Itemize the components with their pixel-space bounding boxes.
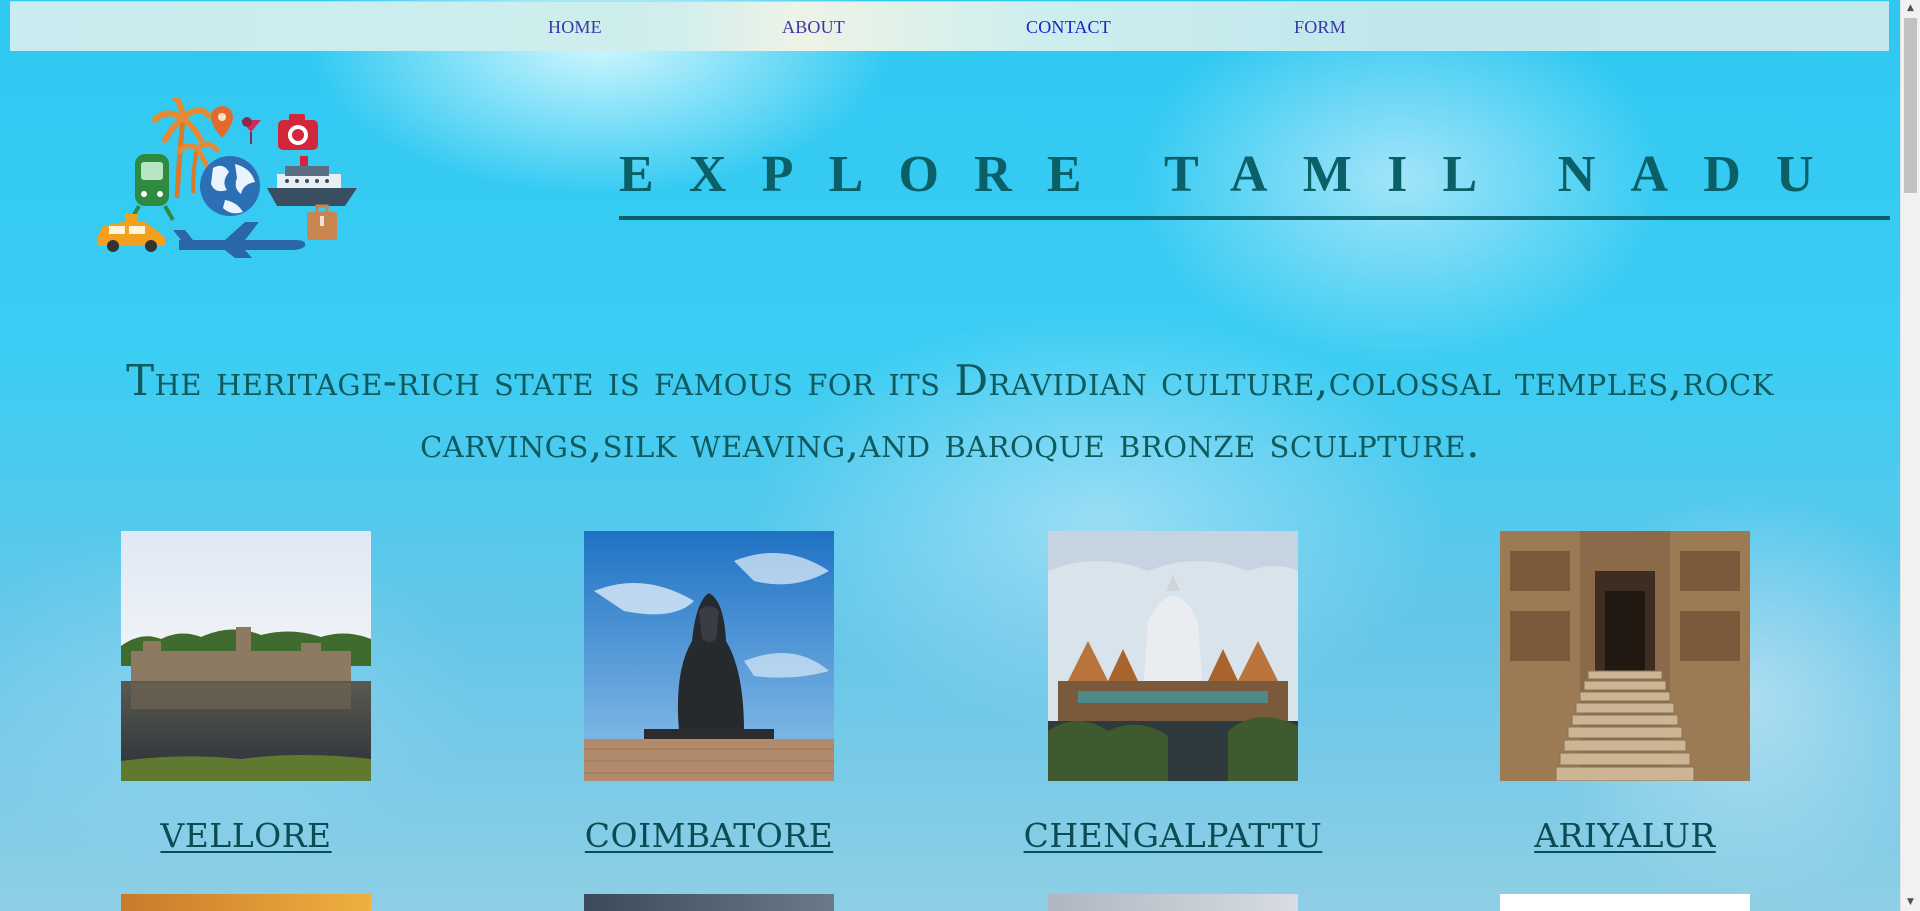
chengalpattu-photo[interactable]	[1048, 531, 1298, 781]
nav-home-link[interactable]: HOME	[548, 17, 602, 38]
train-icon	[129, 154, 175, 221]
place-name-coimbatore[interactable]: COIMBATORE	[509, 816, 909, 855]
top-navbar: HOME ABOUT CONTACT FORM	[10, 1, 1889, 51]
nav-contact-link[interactable]: CONTACT	[1026, 17, 1111, 38]
page-scrollbar[interactable]: ▲ ▼	[1900, 0, 1920, 911]
row2-photo-4[interactable]	[1500, 894, 1750, 911]
scroll-thumb[interactable]	[1904, 18, 1917, 193]
travel-logo	[95, 95, 365, 266]
ariyalur-photo[interactable]	[1500, 531, 1750, 781]
scroll-down-arrow-icon[interactable]: ▼	[1901, 894, 1920, 911]
nav-about-link[interactable]: ABOUT	[782, 17, 845, 38]
travel-collage-icon	[97, 95, 357, 266]
nav-form-link[interactable]: FORM	[1294, 17, 1346, 38]
coimbatore-photo[interactable]	[584, 531, 834, 781]
place-name-chengalpattu[interactable]: CHENGALPATTU	[973, 816, 1373, 855]
map-pin-icon	[211, 106, 233, 138]
temple-stairway-image	[1500, 531, 1750, 781]
intro-text: The heritage-rich state is famous for it…	[126, 356, 1774, 467]
scroll-up-arrow-icon[interactable]: ▲	[1901, 0, 1920, 17]
row2-photo-2[interactable]	[584, 894, 834, 911]
taxi-icon	[97, 214, 165, 252]
airplane-icon	[173, 222, 306, 266]
temple-image	[1048, 531, 1298, 781]
adiyogi-statue-image	[584, 531, 834, 781]
vellore-photo[interactable]	[121, 531, 371, 781]
title-underline	[619, 216, 1890, 220]
fort-reflection-image	[121, 531, 371, 781]
suitcase-icon	[307, 204, 337, 240]
cocktail-icon	[241, 117, 261, 144]
place-name-vellore[interactable]: VELLORE	[46, 816, 446, 855]
place-name-ariyalur[interactable]: ARIYALUR	[1425, 816, 1825, 855]
camera-icon	[278, 114, 318, 150]
row2-photo-3[interactable]	[1048, 894, 1298, 911]
site-title: EXPLORE TAMIL NADU	[619, 146, 1849, 203]
globe-icon	[200, 156, 260, 216]
ship-icon	[267, 156, 357, 206]
row2-photo-1[interactable]	[121, 894, 371, 911]
